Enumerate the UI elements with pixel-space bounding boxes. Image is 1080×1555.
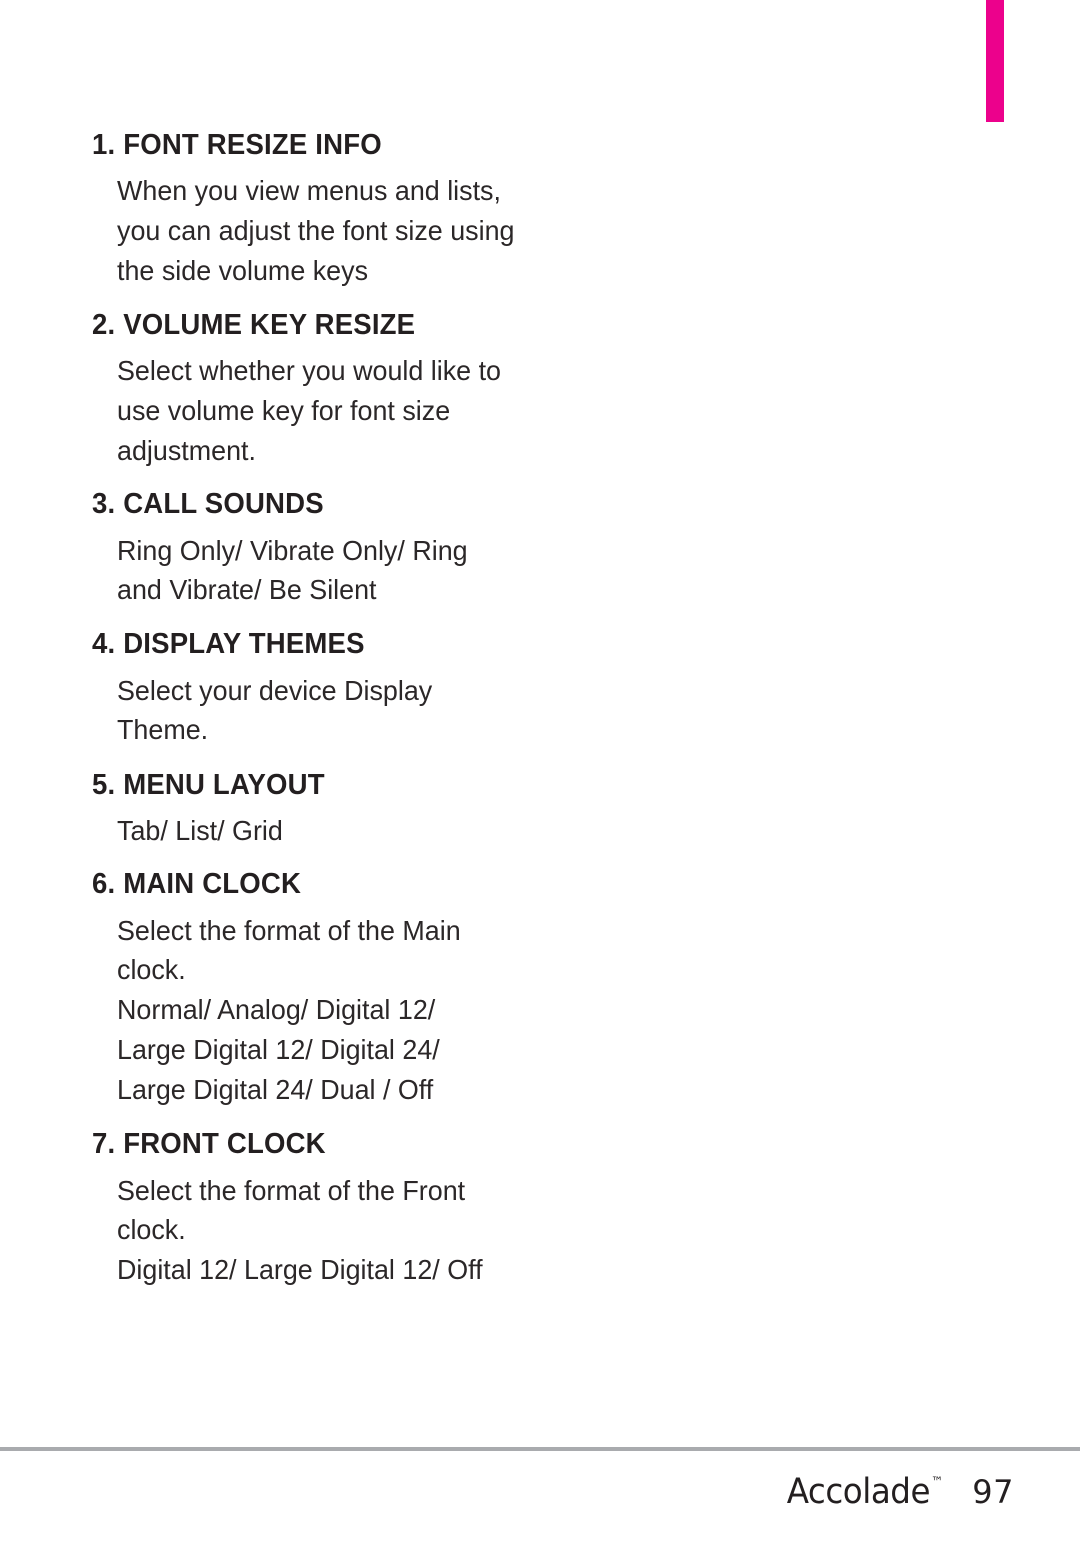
body-line: Large Digital 12/ Digital 24/: [117, 1033, 440, 1065]
chapter-tab-marker: [986, 0, 1004, 122]
manual-section: 5. MENU LAYOUT Tab/ List/ Grid: [0, 768, 1080, 851]
section-body-call-sounds: Ring Only/ Vibrate Only/ Ring and Vibrat…: [117, 531, 539, 611]
page-content: 1. FONT RESIZE INFO When you view menus …: [0, 128, 1080, 1290]
body-line: Theme.: [117, 714, 209, 746]
section-heading-main-clock: 6. MAIN CLOCK: [92, 868, 302, 901]
body-line: Select whether you would like to: [117, 355, 501, 386]
section-body-display-themes: Select your device Display Theme.: [117, 671, 539, 751]
body-line: Select the format of the Main: [117, 914, 461, 946]
manual-section: 7. FRONT CLOCK Select the format of the …: [0, 1127, 1080, 1290]
body-line: adjustment.: [117, 434, 256, 466]
manual-section: 2. VOLUME KEY RESIZE Select whether you …: [0, 308, 1080, 471]
body-line: When you view menus and lists,: [117, 175, 501, 207]
body-line: Large Digital 24/ Dual / Off: [117, 1073, 434, 1105]
body-line: Select the format of the Front: [117, 1174, 466, 1206]
manual-section: 1. FONT RESIZE INFO When you view menus …: [0, 128, 1080, 291]
body-line: Select your device Display: [117, 674, 433, 706]
manual-section: 3. CALL SOUNDS Ring Only/ Vibrate Only/ …: [0, 487, 1080, 610]
section-heading-display-themes: 4. DISPLAY THEMES: [92, 628, 365, 661]
body-line: Tab/ List/ Grid: [117, 815, 283, 847]
trademark-symbol: ™: [931, 1475, 944, 1491]
footer-divider: [0, 1447, 1080, 1451]
body-line: Digital 12/ Large Digital 12/ Off: [117, 1254, 483, 1286]
section-body-font-resize-info: When you view menus and lists, you can a…: [117, 171, 539, 290]
body-line: Normal/ Analog/ Digital 12/: [117, 994, 436, 1025]
brand-wordmark: Accolade: [786, 1472, 931, 1512]
body-line: clock.: [117, 1214, 186, 1246]
section-heading-font-resize-info: 1. FONT RESIZE INFO: [92, 129, 382, 161]
manual-section: 6. MAIN CLOCK Select the format of the M…: [0, 867, 1080, 1109]
body-line: you can adjust the font size using: [117, 215, 515, 247]
body-line: Ring Only/ Vibrate Only/ Ring: [117, 534, 468, 566]
section-heading-front-clock: 7. FRONT CLOCK: [92, 1128, 326, 1161]
section-heading-call-sounds: 3. CALL SOUNDS: [92, 488, 324, 521]
section-body-main-clock: Select the format of the Main clock. Nor…: [117, 911, 539, 1110]
body-line: use volume key for font size: [117, 394, 451, 426]
manual-section: 4. DISPLAY THEMES Select your device Dis…: [0, 627, 1080, 750]
section-heading-volume-key-resize: 2. VOLUME KEY RESIZE: [92, 308, 416, 341]
section-body-front-clock: Select the format of the Front clock. Di…: [117, 1171, 539, 1290]
page-footer: Accolade™ 97: [0, 1462, 1080, 1522]
body-line: and Vibrate/ Be Silent: [117, 574, 377, 606]
body-line: clock.: [117, 954, 186, 986]
section-body-menu-layout: Tab/ List/ Grid: [117, 811, 539, 851]
body-line: the side volume keys: [117, 254, 369, 286]
accolade-brand-logo: Accolade™: [786, 1472, 944, 1512]
section-heading-menu-layout: 5. MENU LAYOUT: [92, 769, 325, 801]
page-number: 97: [972, 1473, 1014, 1511]
section-body-volume-key-resize: Select whether you would like to use vol…: [117, 351, 539, 470]
